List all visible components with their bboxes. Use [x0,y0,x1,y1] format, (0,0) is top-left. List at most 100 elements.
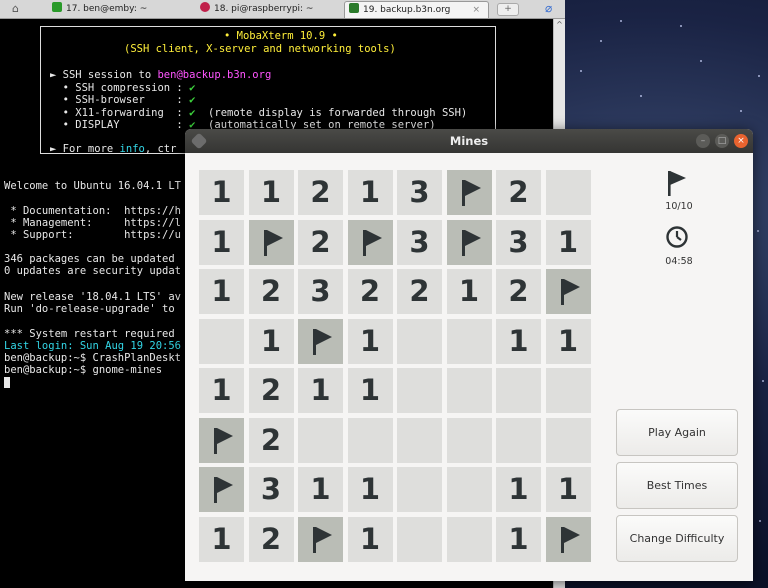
flagged-cell[interactable] [248,219,294,265]
number-cell[interactable]: 1 [199,170,244,215]
last-login-line: Last login: Sun Aug 19 20:56 [4,340,182,352]
flagged-cell[interactable] [199,467,244,512]
flag-icon [263,229,283,256]
number-cell[interactable]: 1 [446,269,492,314]
number-cell[interactable]: 1 [298,467,343,512]
flag-icon [560,526,580,553]
number-cell[interactable]: 3 [397,219,442,265]
number-cell[interactable]: 3 [298,269,343,314]
flag-icon [461,180,481,206]
terminal-line: * Documentation: https://h [4,205,182,217]
number-cell[interactable]: 1 [545,219,591,265]
tab-emby[interactable]: 17. ben@emby: ~ [48,1,188,18]
timer: 04:58 [665,256,693,267]
flag-icon [214,477,233,503]
number-cell[interactable]: 2 [397,269,442,314]
revealed-empty-cell[interactable] [496,368,541,413]
number-cell[interactable]: 2 [496,269,541,314]
new-tab-button[interactable]: + [497,3,519,16]
number-cell[interactable]: 1 [545,467,591,512]
revealed-empty-cell[interactable] [446,318,492,364]
number-cell[interactable]: 2 [248,516,294,562]
number-cell[interactable]: 1 [496,467,541,512]
raspberry-icon [200,2,210,12]
terminal-tab-icon [52,2,62,12]
number-cell[interactable]: 2 [496,170,541,215]
flagged-cell[interactable] [446,170,492,215]
number-cell[interactable]: 2 [298,219,343,265]
number-cell[interactable]: 1 [347,318,393,364]
number-cell[interactable]: 1 [199,219,244,265]
number-cell[interactable]: 1 [248,318,294,364]
flagged-cell[interactable] [347,219,393,265]
flagged-cell[interactable] [298,516,343,562]
number-cell[interactable]: 1 [199,269,244,314]
mines-window: Mines – □ × 1121321233112322121111121123… [185,129,753,581]
flag-icon [461,229,481,256]
revealed-empty-cell[interactable] [496,417,541,463]
number-cell[interactable]: 1 [347,368,393,413]
number-cell[interactable]: 1 [496,318,541,364]
revealed-empty-cell[interactable] [446,417,492,463]
terminal-line: *** System restart required [4,328,175,340]
number-cell[interactable]: 1 [199,516,244,562]
ssh-session-line: ► SSH session to ben@backup.b3n.org [50,69,272,81]
number-cell[interactable]: 2 [347,269,393,314]
revealed-empty-cell[interactable] [397,417,442,463]
number-cell[interactable]: 2 [248,269,294,314]
change-difficulty-button[interactable]: Change Difficulty [616,515,738,562]
number-cell[interactable]: 1 [496,516,541,562]
number-cell[interactable]: 1 [248,170,294,215]
flag-icon [560,279,580,305]
flagged-cell[interactable] [545,516,591,562]
number-cell[interactable]: 3 [496,219,541,265]
ssh-row: • SSH compression : ✔ [50,82,196,94]
flagged-cell[interactable] [545,269,591,314]
number-cell[interactable]: 1 [298,368,343,413]
terminal-line: Welcome to Ubuntu 16.04.1 LT [4,180,182,192]
tab-backup[interactable]: 19. backup.b3n.org × [344,1,489,18]
scroll-up-icon[interactable]: ^ [554,19,565,31]
revealed-empty-cell[interactable] [397,318,442,364]
maximize-icon[interactable]: □ [715,134,729,148]
revealed-empty-cell[interactable] [545,417,591,463]
play-again-button[interactable]: Play Again [616,409,738,456]
number-cell[interactable]: 1 [347,516,393,562]
revealed-empty-cell[interactable] [347,417,393,463]
revealed-empty-cell[interactable] [397,467,442,512]
revealed-empty-cell[interactable] [199,318,244,364]
number-cell[interactable]: 1 [199,368,244,413]
attachment-icon[interactable]: ⌀ [545,1,552,15]
flag-icon [313,526,332,553]
revealed-empty-cell[interactable] [397,516,442,562]
number-cell[interactable]: 2 [248,368,294,413]
revealed-empty-cell[interactable] [545,368,591,413]
tab-raspberrypi[interactable]: 18. pi@raspberrypi: ~ [196,1,336,18]
flagged-cell[interactable] [298,318,343,364]
number-cell[interactable]: 2 [298,170,343,215]
mines-titlebar[interactable]: Mines – □ × [185,129,753,153]
number-cell[interactable]: 1 [347,467,393,512]
flagged-cell[interactable] [446,219,492,265]
number-cell[interactable]: 3 [248,467,294,512]
number-cell[interactable]: 2 [248,417,294,463]
number-cell[interactable]: 3 [397,170,442,215]
revealed-empty-cell[interactable] [446,516,492,562]
terminal-line: New release '18.04.1 LTS' av [4,291,182,303]
revealed-empty-cell[interactable] [397,368,442,413]
revealed-empty-cell[interactable] [446,368,492,413]
revealed-empty-cell[interactable] [545,170,591,215]
terminal-line: 346 packages can be updated [4,253,175,265]
home-tab-icon[interactable]: ⌂ [12,2,19,15]
minefield: 112132123311232212111112112311111211 [199,170,596,565]
terminal-tab-icon [349,3,359,13]
best-times-button[interactable]: Best Times [616,462,738,509]
number-cell[interactable]: 1 [545,318,591,364]
revealed-empty-cell[interactable] [446,467,492,512]
revealed-empty-cell[interactable] [298,417,343,463]
tab-close-icon[interactable]: × [472,2,480,18]
minimize-icon[interactable]: – [696,134,710,148]
close-icon[interactable]: × [734,134,748,148]
number-cell[interactable]: 1 [347,170,393,215]
flagged-cell[interactable] [199,417,244,463]
